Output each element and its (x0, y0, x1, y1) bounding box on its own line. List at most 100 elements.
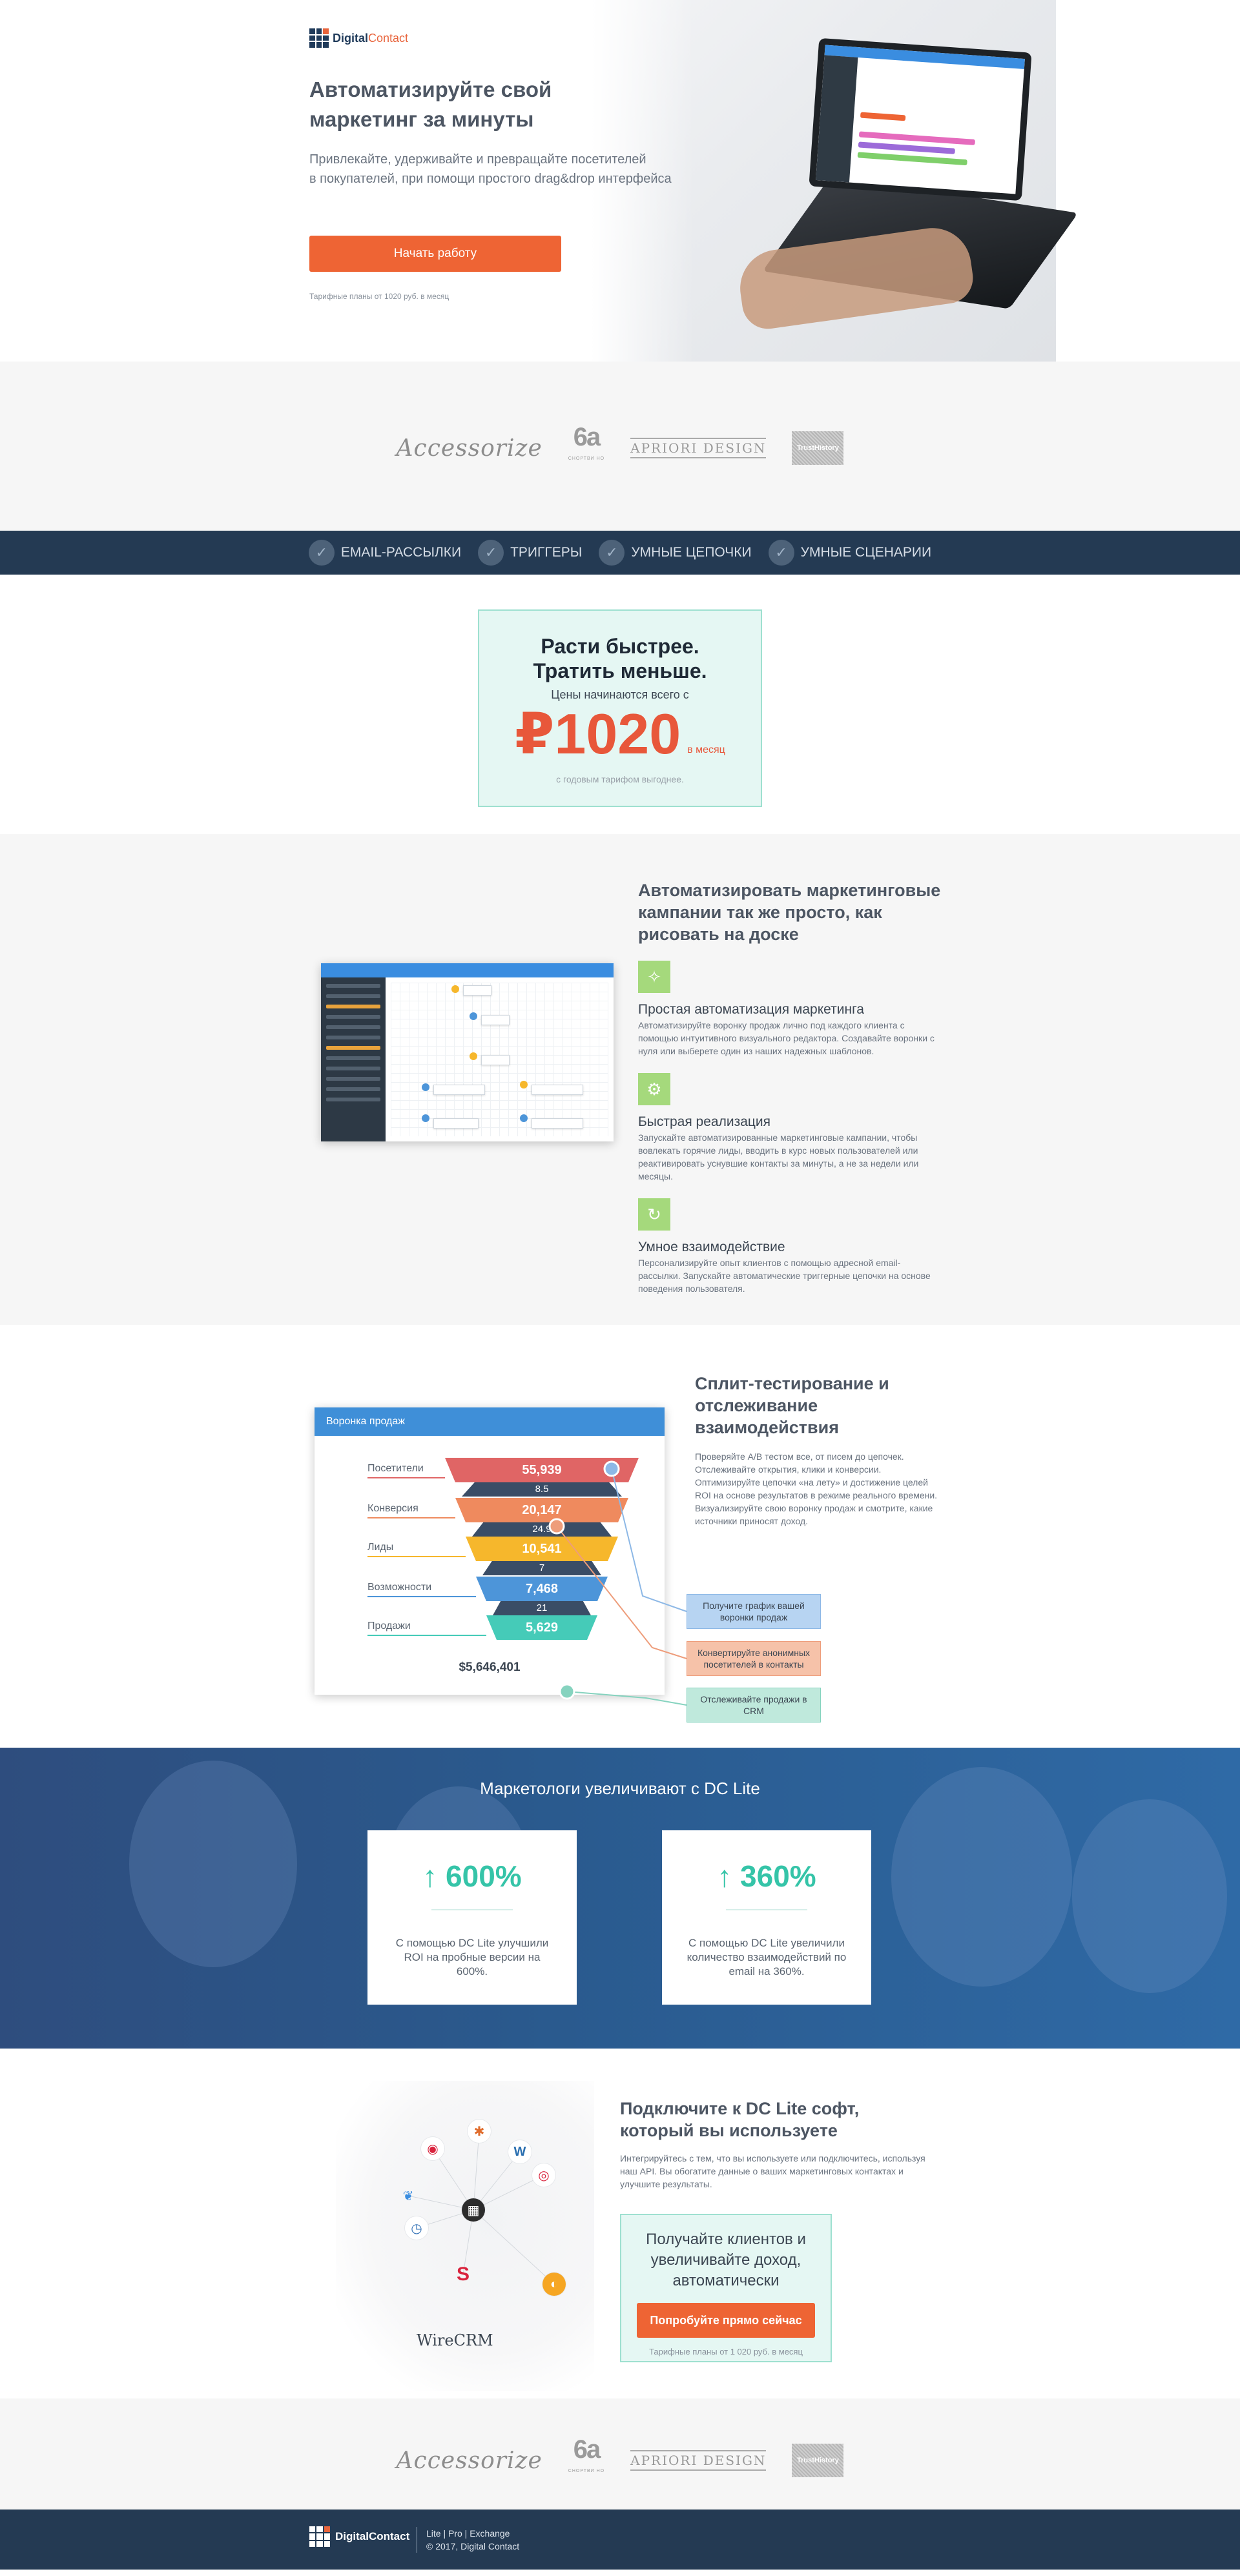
hero-subtitle-line2: в покупателей, при помощи простого drag&… (309, 172, 672, 186)
hero-subtitle: Привлекайте, удерживайте и превращайте п… (309, 150, 736, 189)
funnel-stage-label: Возможности (367, 1582, 432, 1593)
s-brand-icon: S (456, 2264, 470, 2285)
check-icon: ✓ (768, 540, 794, 566)
feature-scenarios-label: УМНЫЕ СЦЕНАРИИ (800, 545, 932, 560)
pricing-title-line2: Тратить меньше. (533, 659, 707, 682)
stat-desc: С помощью DC Lite улучшили ROI на пробны… (395, 1937, 549, 1978)
funnel-stage-bar: 10,541 (466, 1537, 618, 1561)
bitrix-icon: ◷ (405, 2216, 428, 2240)
funnel-stage-line (367, 1517, 455, 1518)
funnel-stage-bar: 7,468 (476, 1577, 608, 1601)
start-button[interactable]: Начать работу (309, 236, 561, 272)
laptop-screen (809, 37, 1032, 201)
funnel-conversion-rate: 24.9 (472, 1522, 612, 1537)
feature-email-label: EMAIL-РАССЫЛКИ (340, 545, 462, 560)
integrations-section: ◉ ✱ W ◎ ❦ ▦ ◷ S ◐ WireCRM Подключите к D… (0, 2049, 1240, 2398)
pricing-amount: ₽1020 (515, 702, 681, 766)
footer-copyright: © 2017, Digital Contact (426, 2541, 520, 2551)
hero-pricing-note: Тарифные планы от 1020 руб. в месяц (309, 292, 450, 301)
header-logo[interactable]: DigitalContact (309, 28, 408, 48)
funnel-card-title: Воронка продаж (315, 1407, 665, 1436)
feature-title: Простая автоматизация маркетинга (638, 1002, 864, 1017)
funnel-stage-bar: 20,147 (455, 1498, 628, 1522)
pricing-section: Расти быстрее. Тратить меньше. Цены начин… (0, 575, 1240, 834)
footer-logo[interactable]: DigitalContact (309, 2526, 409, 2547)
stat-value: ↑ 600% (422, 1859, 522, 1893)
logo-main-text: Digital (333, 31, 369, 45)
feature-title: Умное взаимодействие (638, 1240, 785, 1254)
funnel-stage-bar: 55,939 (445, 1458, 639, 1482)
footer-product-links[interactable]: Lite | Pro | Exchange (426, 2527, 519, 2540)
feature-scenarios[interactable]: ✓ УМНЫЕ СЦЕНАРИИ (768, 540, 932, 566)
feature-email[interactable]: ✓ EMAIL-РАССЫЛКИ (308, 540, 462, 566)
logo-icon (309, 28, 329, 48)
funnel-stage-label: Лиды (367, 1542, 394, 1553)
clients-section: Accessorize 6a СНОРТВИ НО APRIORI DESIGN … (0, 362, 1240, 531)
client-logo-accessorize: Accessorize (396, 2447, 542, 2474)
funnel-title: Сплит-тестирование и отслеживание взаимо… (695, 1374, 889, 1437)
feature-triggers-label: ТРИГГЕРЫ (510, 545, 583, 560)
client-6a-small: СНОРТВИ НО (568, 2469, 605, 2473)
automation-section: Автоматизировать маркетинговые кампании … (0, 834, 1240, 1325)
footer-logo-accent: Contact (368, 2530, 410, 2542)
stats-section: Маркетологи увеличивают с DC Lite ↑ 600%… (0, 1748, 1240, 2049)
refresh-icon: ↻ (638, 1198, 670, 1231)
feature-triggers[interactable]: ✓ ТРИГГЕРЫ (478, 540, 582, 566)
footer: DigitalContact Lite | Pro | Exchange © 2… (0, 2510, 1240, 2570)
cta-pricing-note: Тарифные планы от 1 020 руб. в месяц (649, 2347, 803, 2356)
integrations-title: Подключите к DC Lite софт, который вы ис… (620, 2099, 860, 2140)
funnel-conversion-rate: 7 (482, 1561, 601, 1575)
pricing-subtitle: Цены начинаются всего с (551, 688, 689, 701)
pricing-title-line1: Расти быстрее. (541, 635, 699, 658)
stat-value: ↑ 360% (717, 1859, 816, 1893)
client-logo-trusthistory: TrustHistory (792, 431, 844, 465)
pricing-period: в месяц (687, 744, 725, 755)
funnel-stage-label: Посетители (367, 1463, 424, 1474)
callout-convert-visitors: Конвертируйте анонимных посетителей в ко… (687, 1641, 821, 1676)
funnel-stage-label: Конверсия (367, 1503, 418, 1514)
integrations-desc: Интегрируйтесь с тем, что вы используете… (620, 2153, 925, 2189)
client-logo-apriori: APRIORI DESIGN (630, 438, 767, 458)
client-6a-text: 6a (573, 423, 601, 451)
logo-icon (309, 2526, 330, 2547)
stat-card-roi: ↑ 600% С помощью DC Lite улучшили ROI на… (367, 1830, 577, 2005)
client-logo-6a: 6a СНОРТВИ НО (568, 2435, 605, 2482)
try-now-button[interactable]: Попробуйте прямо сейчас (637, 2303, 815, 2338)
client-logo-accessorize: Accessorize (396, 434, 542, 462)
funnel-stage-line (367, 1635, 486, 1636)
funnel-stage-line (367, 1556, 466, 1557)
feature-chains[interactable]: ✓ УМНЫЕ ЦЕПОЧКИ (599, 540, 752, 566)
features-bar: ✓ EMAIL-РАССЫЛКИ ✓ ТРИГГЕРЫ ✓ УМНЫЕ ЦЕПОЧКИ… (0, 531, 1240, 575)
feature-title: Быстрая реализация (638, 1114, 771, 1129)
hands (735, 223, 976, 332)
pricing-title: Расти быстрее. Тратить меньше. (479, 634, 761, 683)
hero-section: DigitalContact Автоматизируйте свой марк… (0, 0, 1240, 362)
feature-desc: Запускайте автоматизированные маркетинго… (638, 1132, 919, 1181)
stat-card-email: ↑ 360% С помощью DC Lite увеличили колич… (662, 1830, 871, 2005)
butterfly-icon: ❦ (402, 2189, 414, 2203)
app-grid-icon: ▦ (462, 2198, 485, 2222)
client-logo-6a: 6a СНОРТВИ НО (568, 423, 604, 470)
funnel-total: $5,646,401 (459, 1661, 521, 1674)
beatport-icon: ◉ (421, 2137, 444, 2160)
magic-wand-icon: ✧ (638, 961, 670, 993)
funnel-conversion-rate: 8.5 (462, 1482, 622, 1497)
cta-title: Получайте клиентов и увеличивайте доход,… (646, 2231, 806, 2289)
feature-chains-label: УМНЫЕ ЦЕПОЧКИ (631, 545, 752, 560)
client-logo-trusthistory: TrustHistory (792, 2444, 844, 2477)
check-icon: ✓ (478, 540, 504, 566)
client-6a-text: 6a (573, 2435, 601, 2464)
funnel-stage-label: Продажи (367, 1620, 411, 1631)
funnel-stage-line (367, 1596, 476, 1597)
joomla-icon: ✱ (468, 2120, 491, 2143)
stat-desc: С помощью DC Lite увеличили количество в… (687, 1937, 847, 1978)
check-icon: ✓ (308, 540, 335, 566)
opencart-icon: ◎ (532, 2163, 555, 2187)
check-icon: ✓ (599, 540, 625, 566)
funnel-stage-line (367, 1477, 445, 1478)
clients-section-bottom: Accessorize 6a СНОРТВИ НО APRIORI DESIGN … (0, 2398, 1240, 2510)
logo-accent-text: Contact (368, 31, 409, 45)
gear-icon: ⚙ (638, 1073, 670, 1105)
cta-box: Получайте клиентов и увеличивайте доход,… (620, 2214, 832, 2362)
funnel-section: Воронка продаж Посетители 55,939 8.5 Конвер… (0, 1325, 1240, 1748)
